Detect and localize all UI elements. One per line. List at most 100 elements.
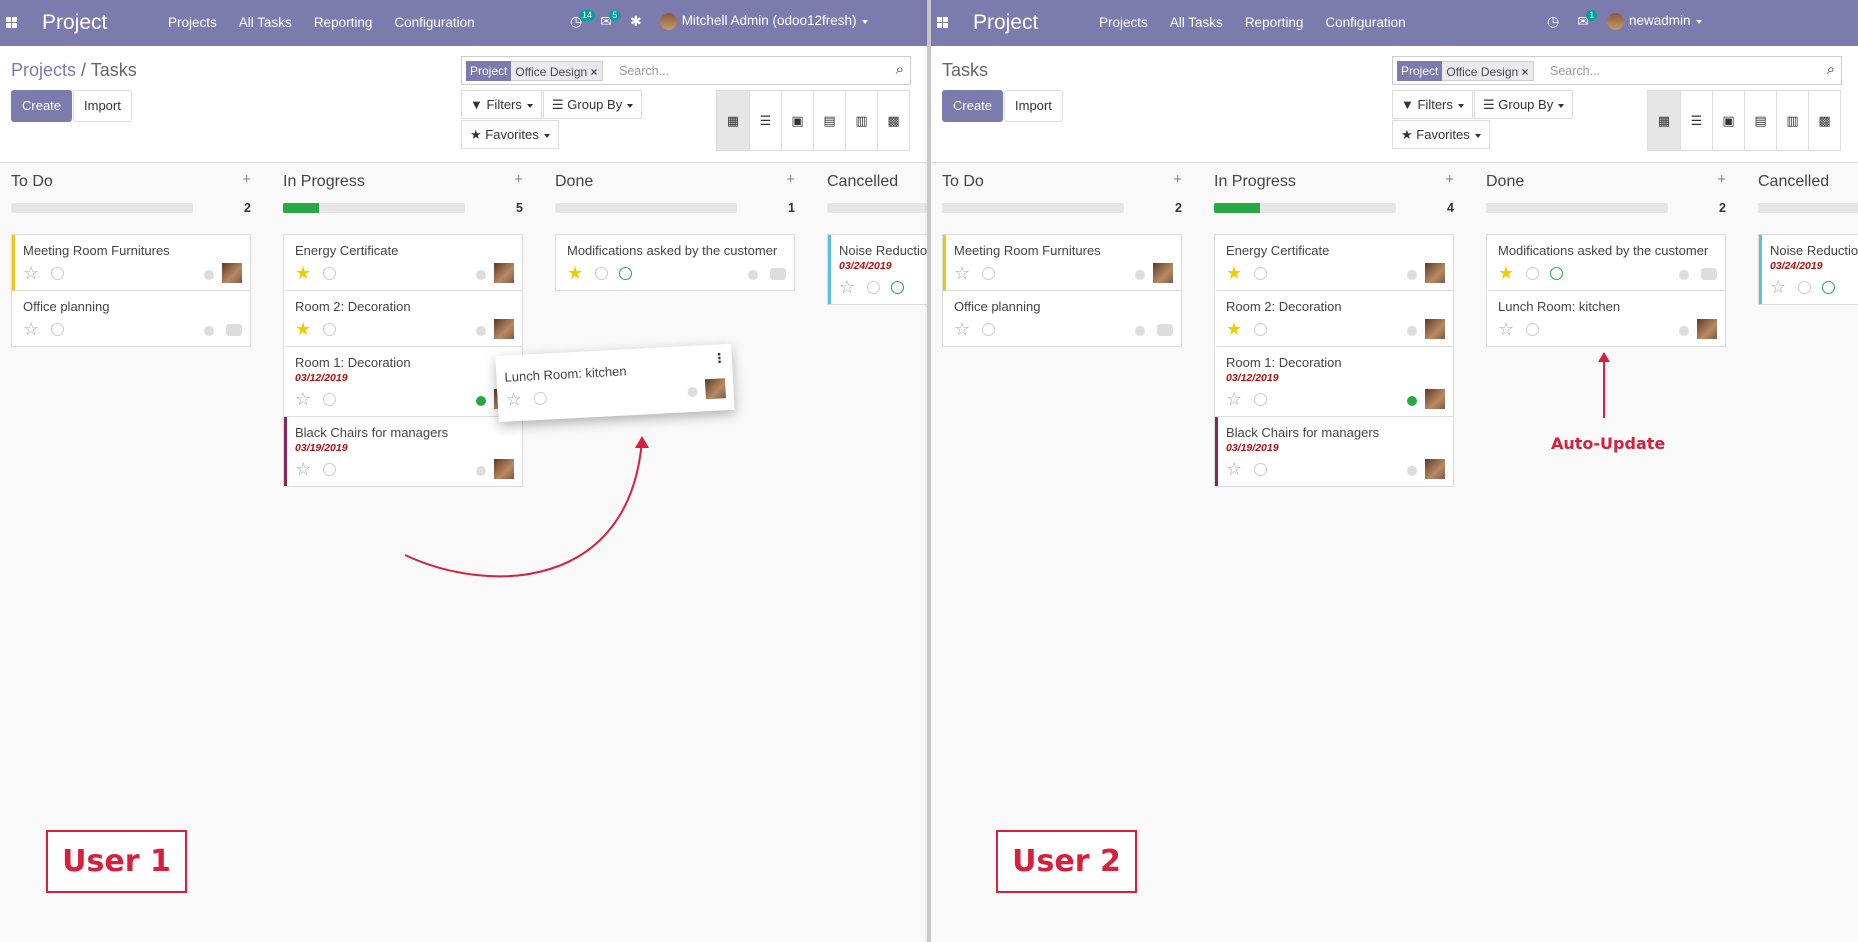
priority-star-icon[interactable]: ☆ [23, 264, 39, 282]
activity-clock-icon[interactable] [982, 323, 995, 336]
calendar-view-icon[interactable]: ▣ [1712, 91, 1744, 150]
app-brand[interactable]: Project [973, 11, 1038, 35]
filters-dropdown[interactable]: ▼ Filters [1392, 90, 1473, 119]
column-progressbar[interactable] [1486, 203, 1668, 213]
priority-star-icon[interactable]: ☆ [1226, 390, 1242, 408]
kanban-state-icon[interactable] [1407, 466, 1417, 476]
priority-star-icon[interactable]: ☆ [839, 278, 855, 296]
user-menu[interactable]: Mitchell Admin (odoo12fresh) [659, 13, 868, 30]
activity-clock-icon[interactable] [323, 267, 336, 280]
activity-clock-icon[interactable] [323, 393, 336, 406]
kanban-state-icon[interactable] [476, 396, 486, 406]
search-bar[interactable]: Project Office Design × Search... ⌕ [461, 56, 911, 85]
priority-star-icon[interactable]: ☆ [1770, 278, 1786, 296]
menu-item[interactable]: Reporting [314, 15, 373, 30]
search-icon[interactable]: ⌕ [1827, 61, 1835, 78]
groupby-dropdown[interactable]: ☰ Group By [1474, 90, 1574, 119]
kanban-card[interactable]: Room 1: Decoration 03/12/2019 ☆ [284, 347, 522, 417]
priority-star-icon[interactable]: ☆ [1226, 460, 1242, 478]
kanban-card[interactable]: Black Chairs for managers 03/19/2019 ☆ [1215, 417, 1453, 486]
priority-star-icon[interactable]: ☆ [295, 460, 311, 478]
kanban-view-icon[interactable]: ▦ [1648, 91, 1680, 150]
priority-star-icon[interactable]: ☆ [23, 320, 39, 338]
column-progressbar[interactable] [942, 203, 1124, 213]
activity-clock-icon[interactable] [1254, 323, 1267, 336]
quick-create-plus-icon[interactable]: + [1445, 171, 1454, 188]
menu-item[interactable]: Projects [1099, 15, 1148, 30]
activity-clock-icon[interactable] [595, 267, 608, 280]
column-title[interactable]: In Progress [1214, 173, 1296, 191]
create-button[interactable]: Create [942, 90, 1004, 122]
menu-item[interactable]: Projects [168, 15, 217, 30]
graph-view-icon[interactable]: ▥ [845, 91, 877, 150]
column-title[interactable]: Done [1486, 173, 1524, 191]
activity-clock-icon[interactable]: ◷ 14 [570, 10, 596, 30]
menu-item[interactable]: Reporting [1245, 15, 1304, 30]
dragged-card[interactable]: Lunch Room: kitchen ☆ ⋮ [495, 343, 735, 423]
activity-clock-icon[interactable] [1254, 393, 1267, 406]
priority-star-icon[interactable]: ☆ [1498, 320, 1514, 338]
menu-item[interactable]: Configuration [394, 15, 474, 30]
search-bar[interactable]: Project Office Design × Search... ⌕ [1392, 56, 1842, 85]
activity-clock-icon[interactable] [51, 267, 64, 280]
kanban-state-icon[interactable] [687, 386, 698, 398]
import-button[interactable]: Import [1004, 90, 1063, 122]
column-progressbar[interactable] [827, 203, 927, 213]
breadcrumb-projects-link[interactable]: Projects [11, 60, 76, 80]
groupby-dropdown[interactable]: ☰ Group By [543, 90, 643, 119]
calendar-view-icon[interactable]: ▣ [781, 91, 813, 150]
remove-facet-icon[interactable]: × [1522, 65, 1529, 79]
kanban-card[interactable]: Meeting Room Furnitures ☆ [12, 235, 250, 291]
priority-star-icon[interactable]: ★ [567, 264, 583, 282]
activity-clock-icon[interactable] [1526, 267, 1539, 280]
activity-clock-icon[interactable] [323, 323, 336, 336]
favorites-dropdown[interactable]: ★ Favorites [461, 120, 559, 149]
menu-item[interactable]: All Tasks [1170, 15, 1223, 30]
quick-create-plus-icon[interactable]: + [786, 171, 795, 188]
kanban-view-icon[interactable]: ▦ [717, 91, 749, 150]
priority-star-icon[interactable]: ☆ [295, 390, 311, 408]
list-view-icon[interactable]: ☰ [749, 91, 781, 150]
priority-star-icon[interactable]: ★ [1226, 320, 1242, 338]
activity-clock-icon[interactable]: ◷ [1547, 13, 1559, 30]
kanban-card[interactable]: Noise Reduction 03/24/2019 ☆ [1759, 235, 1858, 304]
kanban-card[interactable]: Room 1: Decoration 03/12/2019 ☆ [1215, 347, 1453, 417]
column-title[interactable]: Cancelled [827, 173, 898, 191]
kanban-state-icon[interactable] [476, 270, 486, 280]
chat-bubble-icon[interactable]: ✉ 5 [600, 10, 621, 30]
priority-star-icon[interactable]: ☆ [954, 320, 970, 338]
apps-menu-icon[interactable] [937, 17, 948, 28]
create-button[interactable]: Create [11, 90, 73, 122]
column-title[interactable]: Cancelled [1758, 173, 1829, 191]
kanban-state-icon[interactable] [1135, 326, 1145, 336]
kanban-card[interactable]: Modifications asked by the customer ★ [556, 235, 794, 290]
kanban-state-icon[interactable] [204, 326, 214, 336]
kanban-card[interactable]: Office planning ☆ [12, 291, 250, 346]
kanban-card[interactable]: Energy Certificate ★ [284, 235, 522, 291]
grid-view-icon[interactable]: ▩ [1808, 91, 1840, 150]
grid-view-icon[interactable]: ▩ [877, 91, 909, 150]
apps-menu-icon[interactable] [6, 17, 17, 28]
priority-star-icon[interactable]: ★ [1226, 264, 1242, 282]
kanban-state-icon[interactable] [1407, 270, 1417, 280]
kanban-state-icon[interactable] [748, 270, 758, 280]
remove-facet-icon[interactable]: × [591, 65, 598, 79]
app-brand[interactable]: Project [42, 11, 107, 35]
kanban-card[interactable]: Noise Reduction 03/24/2019 ☆ [828, 235, 927, 304]
kanban-state-icon[interactable] [204, 270, 214, 280]
card-menu-icon[interactable]: ⋮ [712, 350, 726, 367]
priority-star-icon[interactable]: ★ [295, 264, 311, 282]
user-menu[interactable]: newadmin [1606, 13, 1702, 30]
menu-item[interactable]: All Tasks [239, 15, 292, 30]
kanban-card[interactable]: Office planning ☆ [943, 291, 1181, 346]
favorites-dropdown[interactable]: ★ Favorites [1392, 120, 1490, 149]
priority-star-icon[interactable]: ★ [295, 320, 311, 338]
kanban-state-icon[interactable] [1407, 396, 1417, 406]
kanban-state-icon[interactable] [1679, 270, 1689, 280]
import-button[interactable]: Import [73, 90, 132, 122]
activity-clock-icon[interactable] [533, 391, 548, 406]
priority-star-icon[interactable]: ☆ [505, 389, 522, 410]
search-input[interactable]: Search... [1550, 64, 1600, 78]
quick-create-plus-icon[interactable]: + [1717, 171, 1726, 188]
activity-clock-icon[interactable] [1254, 267, 1267, 280]
